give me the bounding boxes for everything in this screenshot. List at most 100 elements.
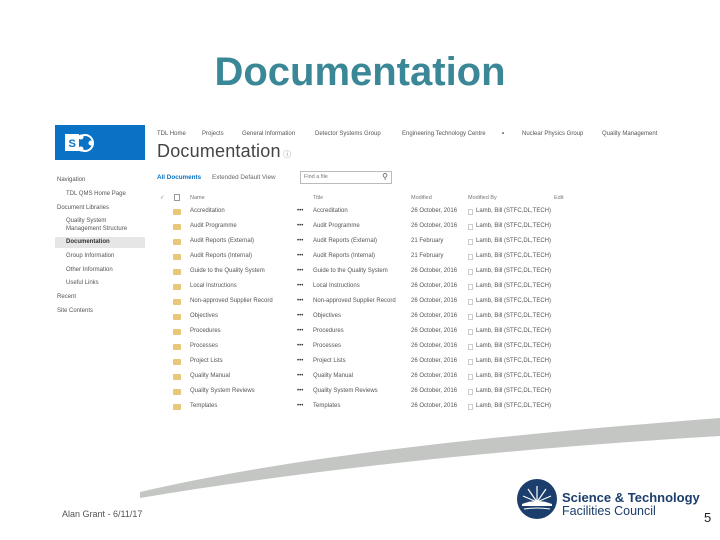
nav-heading: Navigation (57, 177, 86, 183)
search-input[interactable]: Find a file ⚲ (300, 171, 392, 184)
ellipsis-menu-button[interactable]: ••• (297, 238, 303, 244)
document-name-link[interactable]: Quality System Reviews (190, 388, 255, 394)
modified-by-link[interactable]: Lamb, Bill (STFC,DL,TECH) (476, 268, 551, 274)
modified-by-link[interactable]: Lamb, Bill (STFC,DL,TECH) (476, 328, 551, 334)
modified-by-link[interactable]: Lamb, Bill (STFC,DL,TECH) (476, 283, 551, 289)
modified-date: 26 October, 2016 (411, 223, 458, 229)
modified-by-link[interactable]: Lamb, Bill (STFC,DL,TECH) (476, 298, 551, 304)
modified-by-link[interactable]: Lamb, Bill (STFC,DL,TECH) (476, 343, 551, 349)
top-nav-link[interactable]: Nuclear Physics Group (522, 131, 583, 137)
modified-by-link[interactable]: Lamb, Bill (STFC,DL,TECH) (476, 388, 551, 394)
nav-item-line2: Management Structure (66, 226, 128, 232)
presence-icon (468, 224, 473, 230)
nav-item[interactable]: Document Libraries (57, 205, 109, 211)
document-title: Audit Reports (External) (313, 238, 378, 244)
modified-by-link[interactable]: Lamb, Bill (STFC,DL,TECH) (476, 238, 551, 244)
nav-item[interactable]: Quality System (66, 218, 106, 224)
presence-icon (468, 374, 473, 380)
ellipsis-menu-button[interactable]: ••• (297, 268, 303, 274)
column-header-edit[interactable]: Edit (554, 195, 563, 201)
ellipsis-menu-button[interactable]: ••• (297, 403, 303, 409)
document-name-link[interactable]: Procedures (190, 328, 221, 334)
document-name-link[interactable]: Non-approved Supplier Record (190, 298, 273, 304)
folder-icon (173, 314, 181, 320)
column-header-modified[interactable]: Modified (411, 195, 432, 201)
nav-item[interactable]: Documentation (66, 239, 110, 245)
modified-date: 26 October, 2016 (411, 358, 458, 364)
modified-by-link[interactable]: Lamb, Bill (STFC,DL,TECH) (476, 373, 551, 379)
stfc-logo-line1: Science & Technology (562, 490, 700, 505)
ellipsis-menu-button[interactable]: ••• (297, 253, 303, 259)
nav-item[interactable]: Recent (57, 294, 76, 300)
document-title: Project Lists (313, 358, 346, 364)
document-name-link[interactable]: Processes (190, 343, 218, 349)
modified-date: 26 October, 2016 (411, 268, 458, 274)
ellipsis-menu-button[interactable]: ••• (297, 283, 303, 289)
folder-icon (173, 284, 181, 290)
ellipsis-menu-button[interactable]: ••• (297, 298, 303, 304)
dropdown-indicator-icon: • (502, 131, 505, 137)
modified-by-link[interactable]: Lamb, Bill (STFC,DL,TECH) (476, 253, 551, 259)
sharepoint-logo[interactable]: S (55, 125, 145, 160)
modified-date: 26 October, 2016 (411, 343, 458, 349)
folder-icon (173, 359, 181, 365)
top-nav-link[interactable]: General Information (242, 131, 295, 137)
document-title: Guide to the Quality System (313, 268, 388, 274)
column-header-title[interactable]: Title (313, 195, 323, 201)
ellipsis-menu-button[interactable]: ••• (297, 223, 303, 229)
modified-date: 26 October, 2016 (411, 208, 458, 214)
presence-icon (468, 239, 473, 245)
ellipsis-menu-button[interactable]: ••• (297, 208, 303, 214)
modified-by-link[interactable]: Lamb, Bill (STFC,DL,TECH) (476, 403, 551, 409)
folder-icon (173, 299, 181, 305)
ellipsis-menu-button[interactable]: ••• (297, 358, 303, 364)
top-nav-link[interactable]: Quality Management (602, 131, 657, 137)
nav-item[interactable]: Group Information (66, 253, 114, 259)
presence-icon (468, 254, 473, 260)
top-nav-link[interactable]: Engineering Technology Centre (402, 131, 486, 137)
modified-date: 26 October, 2016 (411, 373, 458, 379)
modified-by-link[interactable]: Lamb, Bill (STFC,DL,TECH) (476, 313, 551, 319)
document-name-link[interactable]: Audit Reports (External) (190, 238, 254, 244)
column-header-name[interactable]: Name (190, 195, 205, 201)
top-nav-link[interactable]: Detector Systems Group (315, 131, 381, 137)
document-name-link[interactable]: Local Instructions (190, 283, 237, 289)
document-name-link[interactable]: Audit Reports (Internal) (190, 253, 252, 259)
nav-item[interactable]: TDL QMS Home Page (66, 191, 126, 197)
ellipsis-menu-button[interactable]: ••• (297, 313, 303, 319)
view-extended-default[interactable]: Extended Default View (212, 174, 276, 181)
modified-by-link[interactable]: Lamb, Bill (STFC,DL,TECH) (476, 208, 551, 214)
document-name-link[interactable]: Audit Programme (190, 223, 237, 229)
document-name-link[interactable]: Templates (190, 403, 217, 409)
folder-icon (173, 389, 181, 395)
presence-icon (468, 209, 473, 215)
document-title: Quality Manual (313, 373, 354, 379)
nav-item[interactable]: Site Contents (57, 308, 93, 314)
document-title: Local Instructions (313, 283, 360, 289)
presence-icon (468, 404, 473, 410)
column-header-modified-by[interactable]: Modified By (468, 195, 497, 201)
select-all-checkbox[interactable]: ✓ (160, 195, 165, 201)
ellipsis-menu-button[interactable]: ••• (297, 388, 303, 394)
modified-by-link[interactable]: Lamb, Bill (STFC,DL,TECH) (476, 358, 551, 364)
search-icon[interactable]: ⚲ (382, 172, 388, 181)
document-name-link[interactable]: Quality Manual (190, 373, 230, 379)
document-title: Audit Programme (313, 223, 360, 229)
document-name-link[interactable]: Project Lists (190, 358, 223, 364)
document-title: Procedures (313, 328, 344, 334)
ellipsis-menu-button[interactable]: ••• (297, 343, 303, 349)
nav-item[interactable]: Other Information (66, 267, 113, 273)
slide-title: Documentation (214, 50, 506, 94)
document-name-link[interactable]: Accreditation (190, 208, 225, 214)
ellipsis-menu-button[interactable]: ••• (297, 328, 303, 334)
ellipsis-menu-button[interactable]: ••• (297, 373, 303, 379)
info-icon[interactable]: ⓘ (281, 150, 292, 159)
top-nav-link[interactable]: TDL Home (157, 131, 186, 137)
nav-item[interactable]: Useful Links (66, 280, 99, 286)
view-all-documents[interactable]: All Documents (157, 174, 201, 181)
modified-by-link[interactable]: Lamb, Bill (STFC,DL,TECH) (476, 223, 551, 229)
presence-icon (468, 389, 473, 395)
document-name-link[interactable]: Objectives (190, 313, 218, 319)
document-name-link[interactable]: Guide to the Quality System (190, 268, 265, 274)
top-nav-link[interactable]: Projects (202, 131, 224, 137)
